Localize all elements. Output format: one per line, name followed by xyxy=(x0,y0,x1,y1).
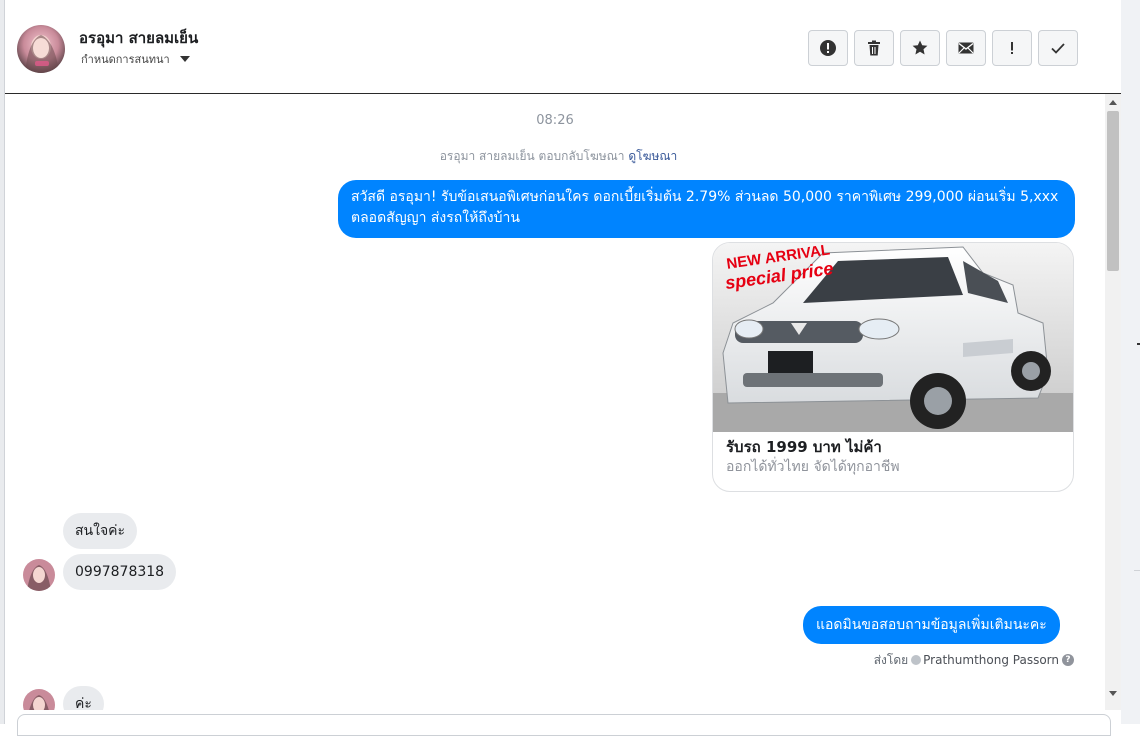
scroll-up-arrow-icon[interactable] xyxy=(1109,100,1117,105)
incoming-message: ค่ะ xyxy=(63,686,104,710)
conversation-menu-label: กำหนดการสนทนา xyxy=(81,53,170,66)
star-button[interactable] xyxy=(900,30,940,66)
admin-badge-icon xyxy=(911,654,922,665)
right-panel-edge xyxy=(1121,0,1140,724)
help-icon[interactable]: ? xyxy=(1062,653,1074,666)
mark-done-button[interactable] xyxy=(1038,30,1078,66)
header-toolbar xyxy=(808,30,1078,66)
ad-card-image[interactable]: NEW ARRIVAL special price xyxy=(713,243,1073,432)
scroll-thumb[interactable] xyxy=(1107,111,1119,271)
message-composer[interactable] xyxy=(17,714,1111,736)
outgoing-message: แอดมินขอสอบถามข้อมูลเพิ่มเติมนะคะ xyxy=(803,606,1060,644)
ad-card-subtitle: ออกได้ทั่วไทย จัดได้ทุกอาชีพ xyxy=(726,459,900,475)
ad-reply-note: อรอุมา สายลมเย็น ตอบกลับโฆษณา ดูโฆษณา xyxy=(5,147,1105,166)
sender-avatar xyxy=(23,559,55,591)
envelope-icon xyxy=(958,42,974,54)
caret-down-icon xyxy=(179,56,190,62)
star-icon xyxy=(912,40,928,55)
thread-scrollbar[interactable] xyxy=(1105,94,1121,710)
outgoing-message: สวัสดี อรอุมา! รับข้อเสนอพิเศษก่อนใคร ดอ… xyxy=(338,180,1075,238)
ad-card[interactable]: NEW ARRIVAL special price รับรถ 1999 บาท… xyxy=(712,242,1074,492)
ad-reply-text: อรอุมา สายลมเย็น ตอบกลับโฆษณา xyxy=(439,149,625,163)
conversation-menu[interactable]: กำหนดการสนทนา xyxy=(81,50,190,68)
view-ad-link[interactable]: ดูโฆษณา xyxy=(628,149,677,163)
mark-spam-button[interactable] xyxy=(808,30,848,66)
mark-unread-button[interactable] xyxy=(946,30,986,66)
conversation-header: อรอุมา สายลมเย็น กำหนดการสนทนา xyxy=(5,0,1121,94)
sender-avatar xyxy=(23,689,55,710)
alert-circle-icon xyxy=(820,40,836,56)
follow-up-button[interactable] xyxy=(992,30,1032,66)
contact-name: อรอุมา สายลมเย็น xyxy=(79,29,199,47)
sent-by-name[interactable]: Prathumthong Passorn xyxy=(923,653,1059,667)
message-timestamp: 08:26 xyxy=(536,113,574,128)
delete-button[interactable] xyxy=(854,30,894,66)
sent-by-label: ส่งโดย xyxy=(873,653,909,667)
message-thread[interactable]: 08:26 อรอุมา สายลมเย็น ตอบกลับโฆษณา ดูโฆ… xyxy=(5,94,1105,710)
scroll-down-arrow-icon[interactable] xyxy=(1109,691,1117,696)
exclamation-icon xyxy=(1011,42,1013,54)
incoming-message: 0997878318 xyxy=(63,554,177,590)
check-icon xyxy=(1051,43,1065,54)
trash-icon xyxy=(868,40,880,56)
contact-avatar[interactable] xyxy=(17,25,65,73)
incoming-message: สนใจค่ะ xyxy=(63,513,138,549)
sent-by-line: ส่งโดย Prathumthong Passorn? xyxy=(5,651,1074,670)
